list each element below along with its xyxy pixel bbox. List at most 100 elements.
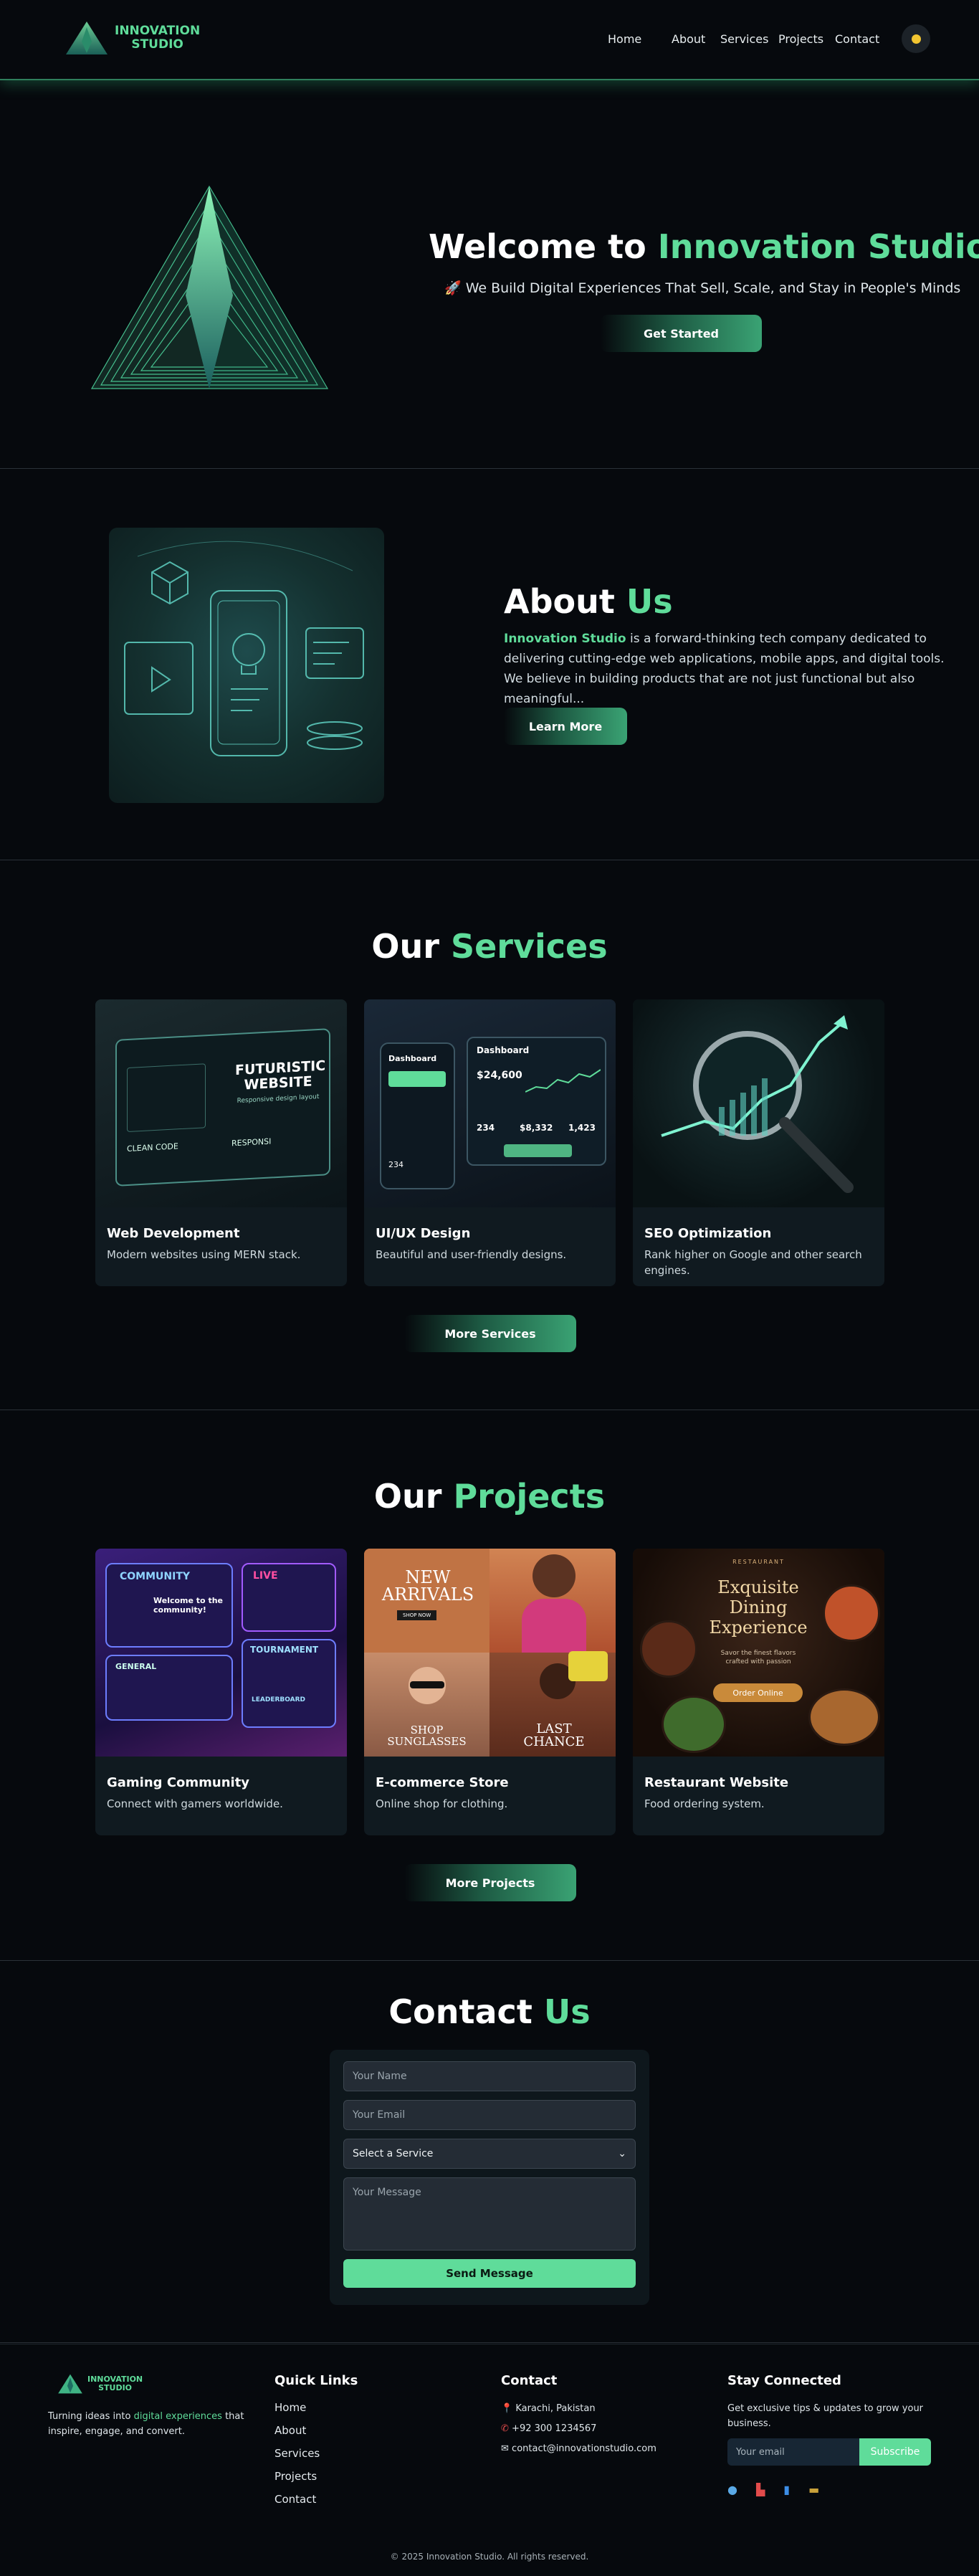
card-body: Restaurant Website Food ordering system.: [633, 1757, 884, 1812]
card-body: Gaming Community Connect with gamers wor…: [95, 1757, 347, 1812]
subscribe-form: Your email Subscribe: [727, 2438, 942, 2466]
project-card-gaming-community[interactable]: COMMUNITY Welcome to the community! LIVE…: [95, 1549, 347, 1835]
dashboard-stat2: $8,332: [520, 1123, 553, 1133]
theme-toggle-button[interactable]: [902, 24, 930, 53]
footer-link-services[interactable]: Services: [274, 2447, 358, 2460]
live-panel: LIVE: [242, 1563, 336, 1632]
subscribe-button[interactable]: Subscribe: [859, 2438, 931, 2466]
footer-link-contact[interactable]: Contact: [274, 2493, 358, 2506]
services-title-prefix: Our: [371, 927, 451, 966]
footer-brand: INNOVATION STUDIO Turning ideas into digi…: [48, 2373, 256, 2439]
message-textarea[interactable]: Your Message: [343, 2177, 636, 2251]
new-arrivals-text: NEW ARRIVALS: [381, 1567, 474, 1605]
project-card-ecommerce-store[interactable]: NEW ARRIVALS SHOP NOW SHOP SUNGLASSES LA…: [364, 1549, 616, 1835]
nav-link-projects[interactable]: Projects: [778, 32, 823, 46]
book-icon[interactable]: ▮: [783, 2483, 790, 2496]
send-message-button[interactable]: Send Message: [343, 2259, 636, 2288]
hero-title: Welcome to Innovation Studio: [429, 227, 979, 266]
card-title: Restaurant Website: [644, 1775, 789, 1790]
monitor-frame: FUTURISTIC WEBSITE Responsive design layo…: [115, 1028, 330, 1187]
order-online-tag: Order Online: [713, 1683, 803, 1702]
footer-email[interactable]: ✉ contact@innovationstudio.com: [501, 2441, 656, 2456]
newsletter-email-input[interactable]: Your email: [727, 2438, 859, 2466]
stay-connected-text: Get exclusive tips & updates to grow you…: [727, 2403, 924, 2429]
yellow-bag-shape: [568, 1651, 608, 1681]
more-services-button[interactable]: More Services: [404, 1315, 576, 1352]
about-text: Innovation Studio is a forward-thinking …: [504, 629, 963, 709]
footer-contact: Contact 📍 Karachi, Pakistan ✆ +92 300 12…: [501, 2373, 656, 2456]
footer-link-home[interactable]: Home: [274, 2401, 358, 2414]
about-title-prefix: About: [504, 582, 626, 621]
about-title-accent: Us: [626, 582, 673, 621]
footer-contact-title: Contact: [501, 2373, 558, 2388]
logo-text: INNOVATION STUDIO: [115, 24, 200, 52]
hero-section: Welcome to Innovation Studio 🚀 We Build …: [0, 80, 979, 469]
globe-icon[interactable]: ●: [727, 2483, 737, 2496]
service-card-seo-optimization[interactable]: SEO Optimization Rank higher on Google a…: [633, 999, 884, 1286]
learn-more-button[interactable]: Learn More: [504, 708, 627, 745]
about-illustration: [109, 528, 384, 803]
services-section: Our Services FUTURISTIC WEBSITE Responsiv…: [0, 861, 979, 1410]
nav-link-services[interactable]: Services: [720, 32, 768, 46]
model-head-shape: [533, 1554, 576, 1597]
projects-cards: COMMUNITY Welcome to the community! LIVE…: [95, 1549, 884, 1835]
sunglasses-shape: [410, 1681, 444, 1688]
contact-title: Contact Us: [0, 1992, 979, 2031]
community-panel: COMMUNITY Welcome to the community!: [105, 1563, 233, 1648]
service-card-ui-ux-design[interactable]: Dashboard 234 Dashboard $24,600 234 $8,3…: [364, 999, 616, 1286]
nav-link-about[interactable]: About: [672, 32, 705, 46]
logo-triangle-icon: [66, 22, 108, 54]
more-projects-button[interactable]: More Projects: [404, 1864, 576, 1901]
dish-left-shape: [640, 1620, 697, 1678]
last-chance-tile: LAST CHANCE: [490, 1651, 616, 1757]
project-card-restaurant-website[interactable]: RESTAURANT Exquisite Dining Experience S…: [633, 1549, 884, 1835]
dish-right-shape: [823, 1584, 880, 1642]
nav-link-home[interactable]: Home: [608, 32, 641, 46]
new-arrivals-tile: NEW ARRIVALS SHOP NOW: [364, 1549, 490, 1653]
ui-ux-image: Dashboard 234 Dashboard $24,600 234 $8,3…: [364, 999, 616, 1207]
community-label: COMMUNITY: [120, 1571, 191, 1582]
card-title: UI/UX Design: [376, 1226, 471, 1241]
contact-section: Contact Us Your Name Your Email Select a…: [0, 1962, 979, 2343]
card-body: UI/UX Design Beautiful and user-friendly…: [364, 1207, 616, 1263]
footer-logo[interactable]: INNOVATION STUDIO: [57, 2373, 256, 2395]
boot-icon[interactable]: ▙: [756, 2483, 765, 2496]
card-desc: Online shop for clothing.: [376, 1797, 508, 1810]
restaurant-label: RESTAURANT: [732, 1559, 785, 1565]
card-desc: Food ordering system.: [644, 1797, 765, 1810]
restaurant-subtext: Savor the finest flavors crafted with pa…: [720, 1650, 796, 1665]
model-dress-shape: [522, 1599, 586, 1653]
footer-link-about[interactable]: About: [274, 2424, 358, 2437]
sunglasses-tile: SHOP SUNGLASSES: [364, 1653, 490, 1757]
logo[interactable]: INNOVATION STUDIO: [65, 20, 200, 56]
phone-icon: ✆: [501, 2423, 509, 2434]
footer-logo-line2: STUDIO: [98, 2383, 133, 2392]
restaurant-heading: Exquisite Dining Experience: [709, 1577, 808, 1638]
service-select[interactable]: Select a Service ⌄: [343, 2139, 636, 2169]
navbar: INNOVATION STUDIO Home About Services Pr…: [0, 0, 979, 80]
footer-link-projects[interactable]: Projects: [274, 2470, 358, 2483]
hero-title-prefix: Welcome to: [429, 227, 658, 266]
nav-link-contact[interactable]: Contact: [835, 32, 879, 46]
ecommerce-image: NEW ARRIVALS SHOP NOW SHOP SUNGLASSES LA…: [364, 1549, 616, 1757]
contact-title-prefix: Contact: [388, 1992, 544, 2031]
tournament-label: TOURNAMENT: [250, 1645, 319, 1655]
seo-image: [633, 999, 884, 1207]
get-started-button[interactable]: Get Started: [601, 315, 762, 352]
logo-line2: STUDIO: [131, 37, 183, 52]
projects-title: Our Projects: [0, 1477, 979, 1516]
salad-dish-shape: [662, 1696, 726, 1753]
phone-dashboard-label: Dashboard: [388, 1054, 437, 1063]
shop-now-tag: SHOP NOW: [397, 1610, 437, 1620]
phone-value-box: [388, 1071, 446, 1087]
shop-sunglasses-text: SHOP SUNGLASSES: [387, 1724, 467, 1748]
email-input[interactable]: Your Email: [343, 2100, 636, 2130]
phone-stat: 234: [388, 1160, 403, 1169]
name-input[interactable]: Your Name: [343, 2061, 636, 2091]
card-body: SEO Optimization Rank higher on Google a…: [633, 1207, 884, 1278]
service-card-web-development[interactable]: FUTURISTIC WEBSITE Responsive design layo…: [95, 999, 347, 1286]
briefcase-icon[interactable]: ▬: [808, 2483, 819, 2496]
footer-phone: ✆ +92 300 1234567: [501, 2421, 656, 2436]
footer-location: 📍 Karachi, Pakistan: [501, 2401, 656, 2416]
card-body: Web Development Modern websites using ME…: [95, 1207, 347, 1263]
